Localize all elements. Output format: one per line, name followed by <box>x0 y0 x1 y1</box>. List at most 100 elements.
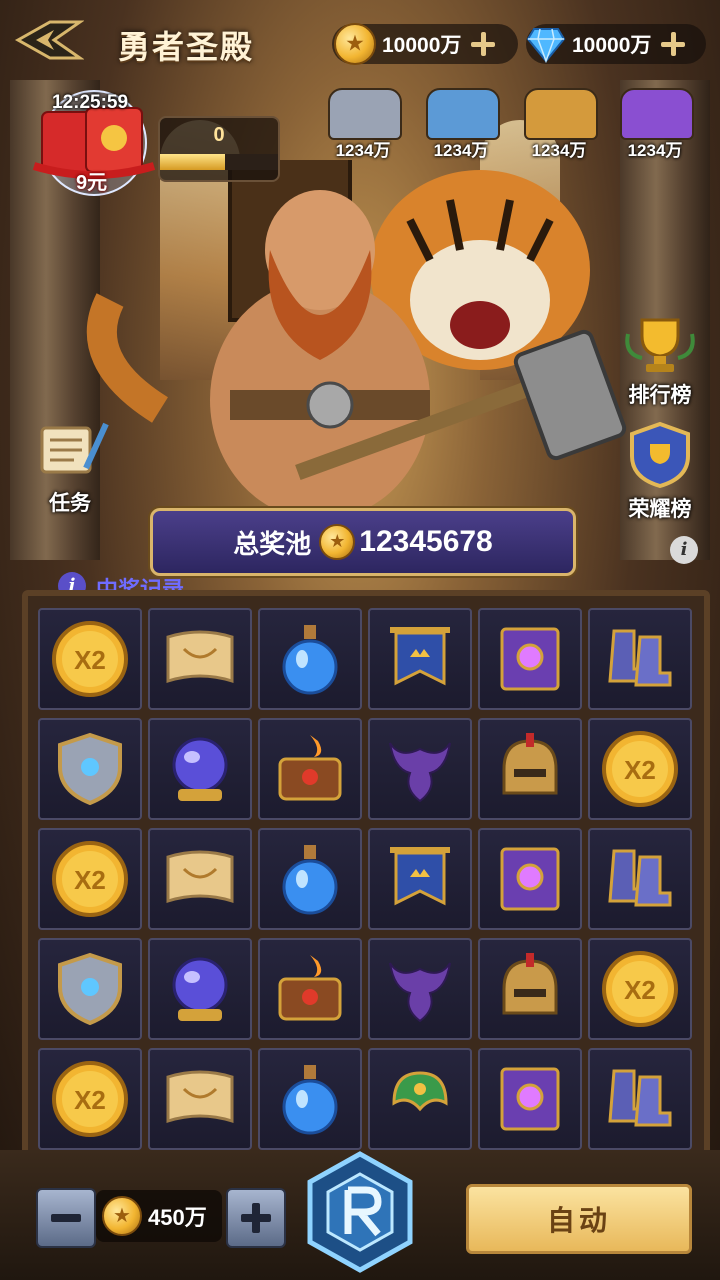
blue-potion-icon <box>282 845 338 915</box>
chest-value: 1234万 <box>335 141 391 160</box>
chest-value: 1234万 <box>531 141 587 160</box>
symbol-cell <box>148 718 252 820</box>
honor-label: 荣耀榜 <box>628 498 692 521</box>
boots-icon <box>608 1069 672 1127</box>
ranking-button[interactable]: 排行榜 <box>612 314 708 409</box>
blue-potion-icon <box>282 1065 338 1135</box>
top-bar: 勇者圣殿 ★ 10000万 10000万 <box>0 0 720 84</box>
x2-coin-icon: X2 <box>52 621 128 697</box>
diamond-amount: 10000万 <box>572 34 652 57</box>
trophy-icon <box>625 318 695 372</box>
gold-amount: 10000万 <box>382 34 462 57</box>
svg-text:X2: X2 <box>74 645 106 675</box>
prize-pool-label: 总奖池 <box>233 528 312 559</box>
symbol-cell <box>148 1048 252 1150</box>
add-gold-button[interactable] <box>469 30 497 58</box>
svg-text:X2: X2 <box>624 755 656 785</box>
helmet-icon <box>502 733 558 795</box>
chest-3[interactable]: 1234万 <box>514 84 604 162</box>
ranking-label: 排行榜 <box>628 384 692 407</box>
symbol-cell <box>368 828 472 930</box>
symbol-cell <box>148 608 252 710</box>
increase-bet-button[interactable] <box>226 1188 286 1248</box>
fire-chest-icon <box>278 735 342 801</box>
treasure-chest-icon <box>524 88 598 140</box>
gold-balance: ★ 10000万 <box>332 23 518 65</box>
dragon-icon <box>389 962 451 1023</box>
symbol-cell <box>588 1048 692 1150</box>
shield-icon <box>58 952 122 1026</box>
dragon-icon <box>389 742 451 803</box>
helmet-icon <box>502 953 558 1015</box>
gold-coin-icon: ★ <box>102 1196 142 1236</box>
scroll-quill-icon <box>40 422 109 474</box>
add-diamond-button[interactable] <box>659 30 687 58</box>
x2-coin-icon: X2 <box>52 1061 128 1137</box>
symbol-cell <box>478 1048 582 1150</box>
symbol-cell <box>588 608 692 710</box>
diamond-balance: 10000万 <box>526 24 706 64</box>
symbol-cell <box>38 938 142 1040</box>
diamond-icon <box>526 28 566 63</box>
spin-button[interactable] <box>298 1150 422 1274</box>
symbol-cell: X2 <box>38 608 142 710</box>
offer-timer: 12:25:59 <box>52 92 129 113</box>
x2-coin-icon: X2 <box>602 731 678 807</box>
prize-pool: 总奖池 ★ 12345678 <box>150 508 576 576</box>
symbol-cell <box>148 828 252 930</box>
crystal-orb-icon <box>172 737 228 801</box>
svg-text:X2: X2 <box>74 865 106 895</box>
bet-value: 450万 <box>148 1205 207 1230</box>
treasure-chest-icon <box>620 88 694 140</box>
spell-book-icon <box>500 627 560 691</box>
info-icon[interactable]: i <box>670 536 698 564</box>
spell-book-icon <box>500 1067 560 1131</box>
task-label: 任务 <box>49 492 91 515</box>
symbol-cell <box>588 828 692 930</box>
svg-text:X2: X2 <box>624 975 656 1005</box>
spell-book-icon <box>500 847 560 911</box>
x2-coin-icon: X2 <box>602 951 678 1027</box>
symbol-cell <box>258 608 362 710</box>
task-button[interactable]: 任务 <box>22 418 118 517</box>
symbol-cell <box>368 1048 472 1150</box>
symbol-cell <box>258 718 362 820</box>
hero-illustration <box>86 160 627 520</box>
prize-pool-value: 12345678 <box>359 525 493 558</box>
symbol-cell: X2 <box>38 1048 142 1150</box>
slot-board: X2 X2 X2 X2 X2 <box>22 590 710 1162</box>
shield-icon <box>58 732 122 806</box>
gold-coin-icon: ★ <box>334 23 376 65</box>
offer-progress: 0 <box>158 116 280 182</box>
symbol-cell <box>478 938 582 1040</box>
symbol-cell <box>478 718 582 820</box>
chest-1[interactable]: 1234万 <box>318 84 408 162</box>
page-title: 勇者圣殿 <box>118 29 255 65</box>
auto-button[interactable]: 自动 <box>466 1184 692 1254</box>
treasure-chest-icon <box>328 88 402 140</box>
symbol-cell <box>368 938 472 1040</box>
symbol-cell <box>148 938 252 1040</box>
blue-potion-icon <box>282 625 338 695</box>
chest-value: 1234万 <box>433 141 489 160</box>
honor-button[interactable]: 荣耀榜 <box>612 420 708 523</box>
back-arrow-icon[interactable] <box>14 18 84 62</box>
chest-4[interactable]: 1234万 <box>610 84 700 162</box>
symbol-cell <box>478 608 582 710</box>
progress-bar <box>160 154 278 170</box>
treasure-map-icon <box>166 630 234 684</box>
banner-icon <box>390 847 450 906</box>
banner-icon <box>390 627 450 686</box>
fire-chest-icon <box>278 955 342 1021</box>
chest-2[interactable]: 1234万 <box>416 84 506 162</box>
svg-text:X2: X2 <box>74 1085 106 1115</box>
progress-value: 0 <box>213 124 225 146</box>
chest-value: 1234万 <box>627 141 683 160</box>
decrease-bet-button[interactable] <box>36 1188 96 1248</box>
symbol-grid: X2 X2 X2 X2 X2 <box>38 608 694 1150</box>
x2-coin-icon: X2 <box>52 841 128 917</box>
honor-shield-icon <box>630 421 690 489</box>
symbol-cell <box>368 718 472 820</box>
symbol-cell <box>368 608 472 710</box>
progress-fill <box>160 154 225 170</box>
